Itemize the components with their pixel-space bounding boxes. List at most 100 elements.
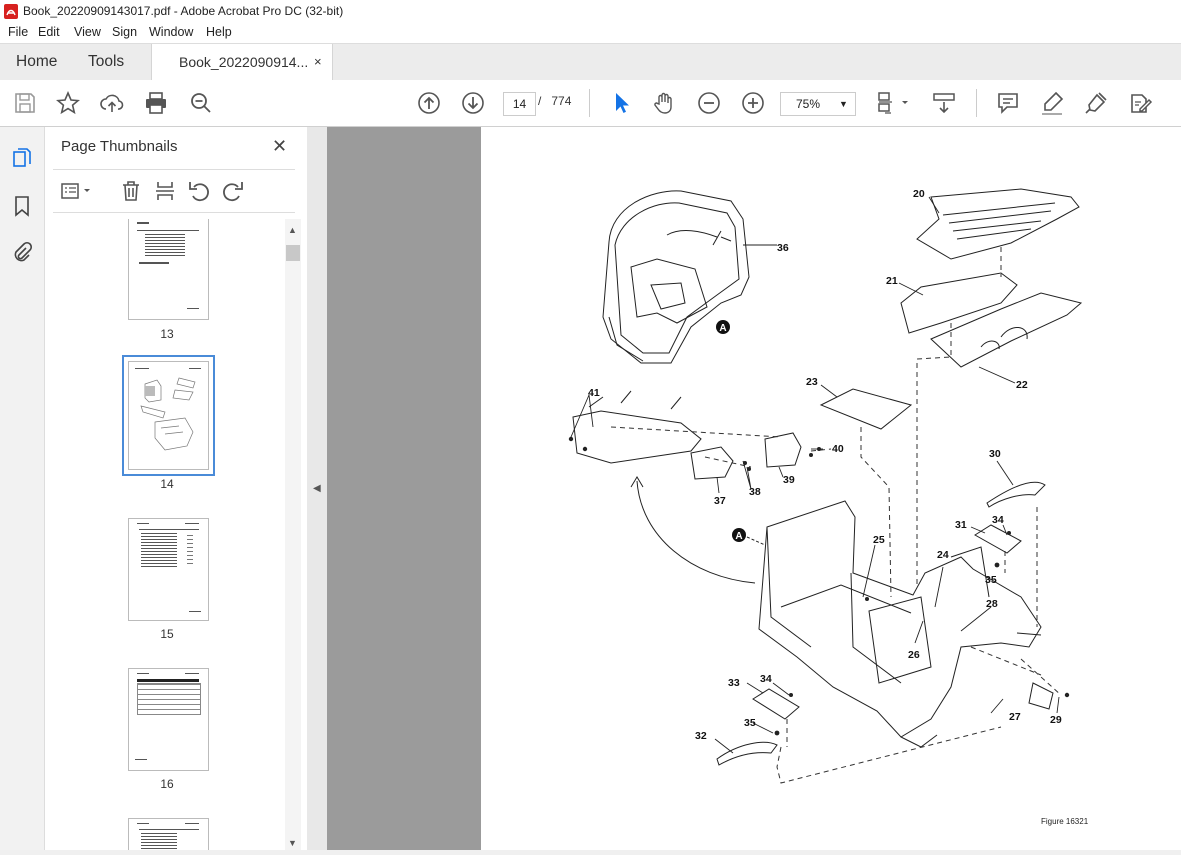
comment-icon[interactable] — [995, 90, 1021, 116]
thumbnails-panel: Page Thumbnails ✕ 13 14 15 16 ▲ ▼ — [45, 127, 308, 850]
toolbar-divider — [589, 89, 590, 117]
zoom-out-icon[interactable] — [696, 90, 722, 116]
callout-34-lower: 34 — [760, 673, 772, 685]
callout-31: 31 — [955, 519, 967, 531]
attachments-icon[interactable] — [11, 241, 33, 263]
menu-bar: File Edit View Sign Window Help — [0, 23, 1181, 44]
print-icon[interactable] — [143, 90, 169, 116]
callout-36: 36 — [777, 242, 789, 254]
acrobat-icon — [4, 4, 18, 19]
thumbnail-page-17[interactable] — [128, 818, 209, 850]
bookmark-star-icon[interactable] — [55, 90, 81, 116]
callout-38: 38 — [749, 486, 761, 498]
save-icon[interactable] — [12, 90, 38, 116]
zoom-in-icon[interactable] — [740, 90, 766, 116]
insert-pages-icon[interactable] — [153, 179, 177, 203]
detail-marker-a: A A — [716, 320, 766, 546]
callout-41: 41 — [588, 387, 600, 399]
callout-25: 25 — [873, 534, 885, 546]
tab-bar: Home Tools Book_2022090914... × — [0, 44, 1181, 81]
zoom-level-value: 75% — [796, 97, 821, 111]
callout-22: 22 — [1016, 379, 1028, 391]
page-count: / 774 — [538, 94, 572, 108]
main-toolbar: 14 / 774 75% ▼ — [0, 80, 1181, 127]
thumbnail-page-13[interactable] — [128, 219, 209, 320]
page-thumbnails-icon[interactable] — [11, 147, 33, 169]
callout-23: 23 — [806, 376, 818, 388]
pdf-page: A A 20 21 22 23 24 25 26 27 28 29 30 31 … — [481, 127, 1181, 850]
upload-cloud-icon[interactable] — [99, 90, 125, 116]
tab-close-button[interactable]: × — [314, 44, 322, 80]
menu-edit[interactable]: Edit — [38, 25, 60, 39]
tab-tools[interactable]: Tools — [88, 44, 124, 80]
bookmarks-icon[interactable] — [11, 195, 33, 217]
options-menu-icon[interactable] — [59, 179, 93, 203]
chevron-down-icon: ▼ — [839, 99, 848, 109]
callout-37: 37 — [714, 495, 726, 507]
callout-34: 34 — [992, 514, 1004, 526]
scroll-up-icon[interactable]: ▲ — [288, 225, 297, 235]
hand-tool-icon[interactable] — [652, 90, 678, 116]
scroll-thumb[interactable] — [286, 245, 300, 261]
thumbnail-label-16: 16 — [160, 777, 174, 791]
callout-35-lower: 35 — [744, 717, 756, 729]
thumbnail-scrollbar[interactable]: ▲ ▼ — [285, 219, 301, 850]
parts-diagram: A A 20 21 22 23 24 25 26 27 28 29 30 31 … — [568, 188, 1089, 826]
scroll-mode-icon[interactable] — [931, 90, 957, 116]
document-background — [327, 127, 481, 850]
menu-window[interactable]: Window — [149, 25, 193, 39]
callout-20: 20 — [913, 188, 925, 200]
callout-40: 40 — [832, 443, 844, 455]
panel-close-button[interactable]: ✕ — [272, 136, 287, 157]
callout-29: 29 — [1050, 714, 1062, 726]
panel-toolbar — [53, 169, 295, 213]
tab-document-label: Book_2022090914... — [179, 54, 309, 70]
callout-28: 28 — [986, 598, 998, 610]
scroll-down-icon[interactable]: ▼ — [288, 838, 297, 848]
callout-labels: 20 21 22 23 24 25 26 27 28 29 30 31 32 3… — [588, 188, 1062, 742]
menu-view[interactable]: View — [74, 25, 101, 39]
next-page-icon[interactable] — [460, 90, 486, 116]
thumbnail-label-14: 14 — [160, 477, 174, 491]
tab-document[interactable]: Book_2022090914... × — [151, 44, 333, 81]
rotate-ccw-icon[interactable] — [187, 179, 211, 203]
menu-file[interactable]: File — [8, 25, 28, 39]
window-title: Book_20220909143017.pdf - Adobe Acrobat … — [23, 4, 344, 18]
callout-21: 21 — [886, 275, 898, 287]
toolbar-divider — [976, 89, 977, 117]
zoom-level-select[interactable]: 75% ▼ — [780, 92, 856, 116]
delete-icon[interactable] — [119, 179, 143, 203]
tab-home[interactable]: Home — [16, 44, 57, 80]
select-cursor-icon[interactable] — [608, 90, 634, 116]
page-display-icon[interactable] — [876, 90, 912, 116]
rotate-cw-icon[interactable] — [221, 179, 245, 203]
thumbnail-drawing — [140, 377, 196, 451]
callout-26: 26 — [908, 649, 920, 661]
thumbnail-page-14[interactable] — [122, 355, 215, 476]
menu-sign[interactable]: Sign — [112, 25, 137, 39]
previous-page-icon[interactable] — [416, 90, 442, 116]
callout-24: 24 — [937, 549, 949, 561]
thumbnail-label-13: 13 — [160, 327, 174, 341]
callout-27: 27 — [1009, 711, 1021, 723]
edit-pdf-icon[interactable] — [1127, 90, 1153, 116]
highlight-pen-icon[interactable] — [1039, 90, 1065, 116]
callout-30: 30 — [989, 448, 1001, 460]
sign-pen-icon[interactable] — [1083, 90, 1109, 116]
svg-text:A: A — [735, 531, 742, 542]
zoom-search-icon[interactable] — [188, 90, 214, 116]
figure-caption: Figure 16321 — [1041, 817, 1089, 826]
callout-33: 33 — [728, 677, 740, 689]
menu-help[interactable]: Help — [206, 25, 232, 39]
callout-39: 39 — [783, 474, 795, 486]
collapse-panel-icon[interactable]: ◀ — [313, 483, 321, 494]
left-rail — [0, 127, 45, 850]
panel-title: Page Thumbnails — [61, 138, 178, 155]
callout-35: 35 — [985, 574, 997, 586]
thumbnail-page-16[interactable] — [128, 668, 209, 771]
thumbnail-page-15[interactable] — [128, 518, 209, 621]
title-bar: Book_20220909143017.pdf - Adobe Acrobat … — [0, 0, 1181, 23]
callout-32: 32 — [695, 730, 707, 742]
page-number-input[interactable]: 14 — [503, 92, 536, 116]
panel-splitter[interactable]: ◀ — [307, 127, 327, 850]
